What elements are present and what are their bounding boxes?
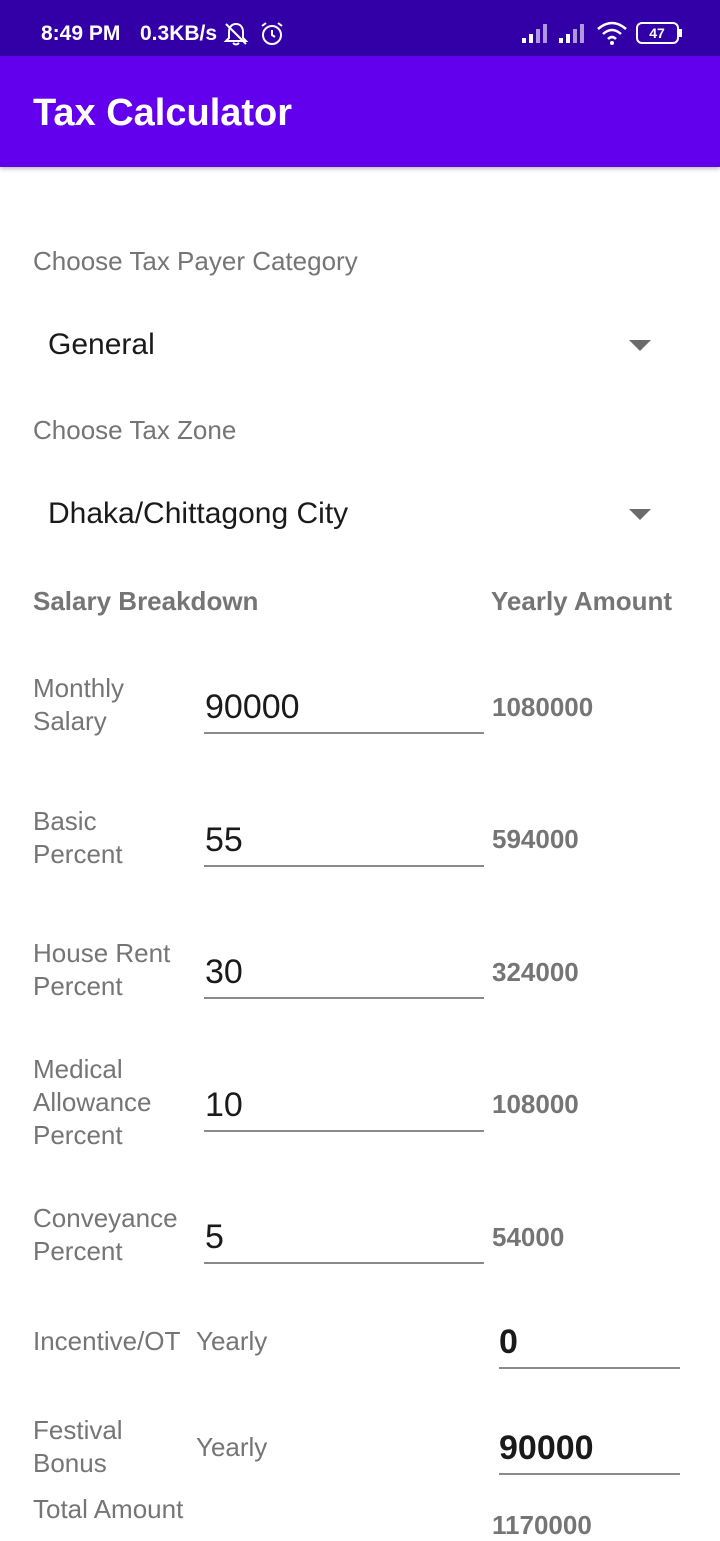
signal-icon bbox=[522, 24, 547, 43]
bonus-period: Yearly bbox=[196, 1432, 268, 1462]
wifi-icon bbox=[597, 21, 627, 45]
label-line: Festival bbox=[33, 1415, 123, 1445]
medical-yearly: 108000 bbox=[492, 1089, 579, 1119]
basic-yearly: 594000 bbox=[492, 824, 579, 854]
salary-breakdown-header: Salary Breakdown bbox=[33, 586, 259, 616]
zone-value: Dhaka/Chittagong City bbox=[48, 497, 349, 530]
label-line: Salary bbox=[33, 706, 107, 736]
dropdown-arrow-icon bbox=[629, 340, 651, 351]
monthly-salary-input[interactable] bbox=[204, 682, 484, 734]
dnd-bell-off-icon bbox=[223, 22, 249, 46]
medical-allowance-input[interactable] bbox=[204, 1080, 484, 1132]
label-line: Percent bbox=[33, 839, 123, 869]
total-amount-value: 1170000 bbox=[492, 1510, 592, 1540]
conveyance-yearly: 54000 bbox=[492, 1222, 565, 1252]
network-speed: 0.3KB/s bbox=[140, 22, 218, 45]
signal-icon bbox=[559, 24, 584, 43]
alarm-icon bbox=[261, 22, 283, 45]
page-title: Tax Calculator bbox=[33, 92, 293, 134]
house-rent-yearly: 324000 bbox=[492, 957, 579, 987]
label-line: Percent bbox=[33, 1120, 123, 1150]
zone-spinner[interactable]: Dhaka/Chittagong City bbox=[33, 484, 673, 544]
category-value: General bbox=[48, 328, 155, 361]
total-amount-label: Total Amount bbox=[33, 1494, 184, 1524]
festival-bonus-input[interactable] bbox=[499, 1423, 680, 1475]
category-label: Choose Tax Payer Category bbox=[33, 246, 358, 276]
status-bar: 8:49 PM 0.3KB/s 47 bbox=[0, 0, 720, 56]
battery-icon: 47 bbox=[636, 22, 682, 44]
label-line: Percent bbox=[33, 1236, 123, 1266]
label-line: Basic bbox=[33, 806, 97, 836]
category-spinner[interactable]: General bbox=[33, 315, 673, 375]
label-line: House Rent bbox=[33, 938, 171, 968]
monthly-salary-label: Monthly Salary bbox=[33, 672, 124, 738]
house-rent-label: House Rent Percent bbox=[33, 937, 170, 1003]
conveyance-label: Conveyance Percent bbox=[33, 1202, 178, 1268]
monthly-salary-yearly: 1080000 bbox=[492, 692, 594, 722]
label-line: Conveyance bbox=[33, 1203, 178, 1233]
basic-percent-label: Basic Percent bbox=[33, 805, 123, 871]
app-bar: Tax Calculator bbox=[0, 56, 720, 167]
incentive-input[interactable] bbox=[499, 1317, 680, 1369]
status-time: 8:49 PM bbox=[41, 22, 121, 45]
incentive-period: Yearly bbox=[196, 1326, 268, 1356]
label-line: Monthly bbox=[33, 673, 125, 703]
label-line: Bonus bbox=[33, 1448, 107, 1478]
yearly-amount-header: Yearly Amount bbox=[491, 586, 673, 616]
battery-level: 47 bbox=[649, 25, 665, 41]
incentive-label: Incentive/OT bbox=[33, 1326, 181, 1356]
medical-allowance-label: Medical Allowance Percent bbox=[33, 1053, 152, 1152]
festival-bonus-label: Festival Bonus bbox=[33, 1414, 123, 1480]
label-line: Percent bbox=[33, 971, 123, 1001]
zone-label: Choose Tax Zone bbox=[33, 415, 237, 445]
label-line: Medical bbox=[33, 1054, 123, 1084]
dropdown-arrow-icon bbox=[629, 509, 651, 520]
conveyance-input[interactable] bbox=[204, 1212, 484, 1264]
label-line: Allowance bbox=[33, 1087, 152, 1117]
basic-percent-input[interactable] bbox=[204, 815, 484, 867]
house-rent-input[interactable] bbox=[204, 947, 484, 999]
